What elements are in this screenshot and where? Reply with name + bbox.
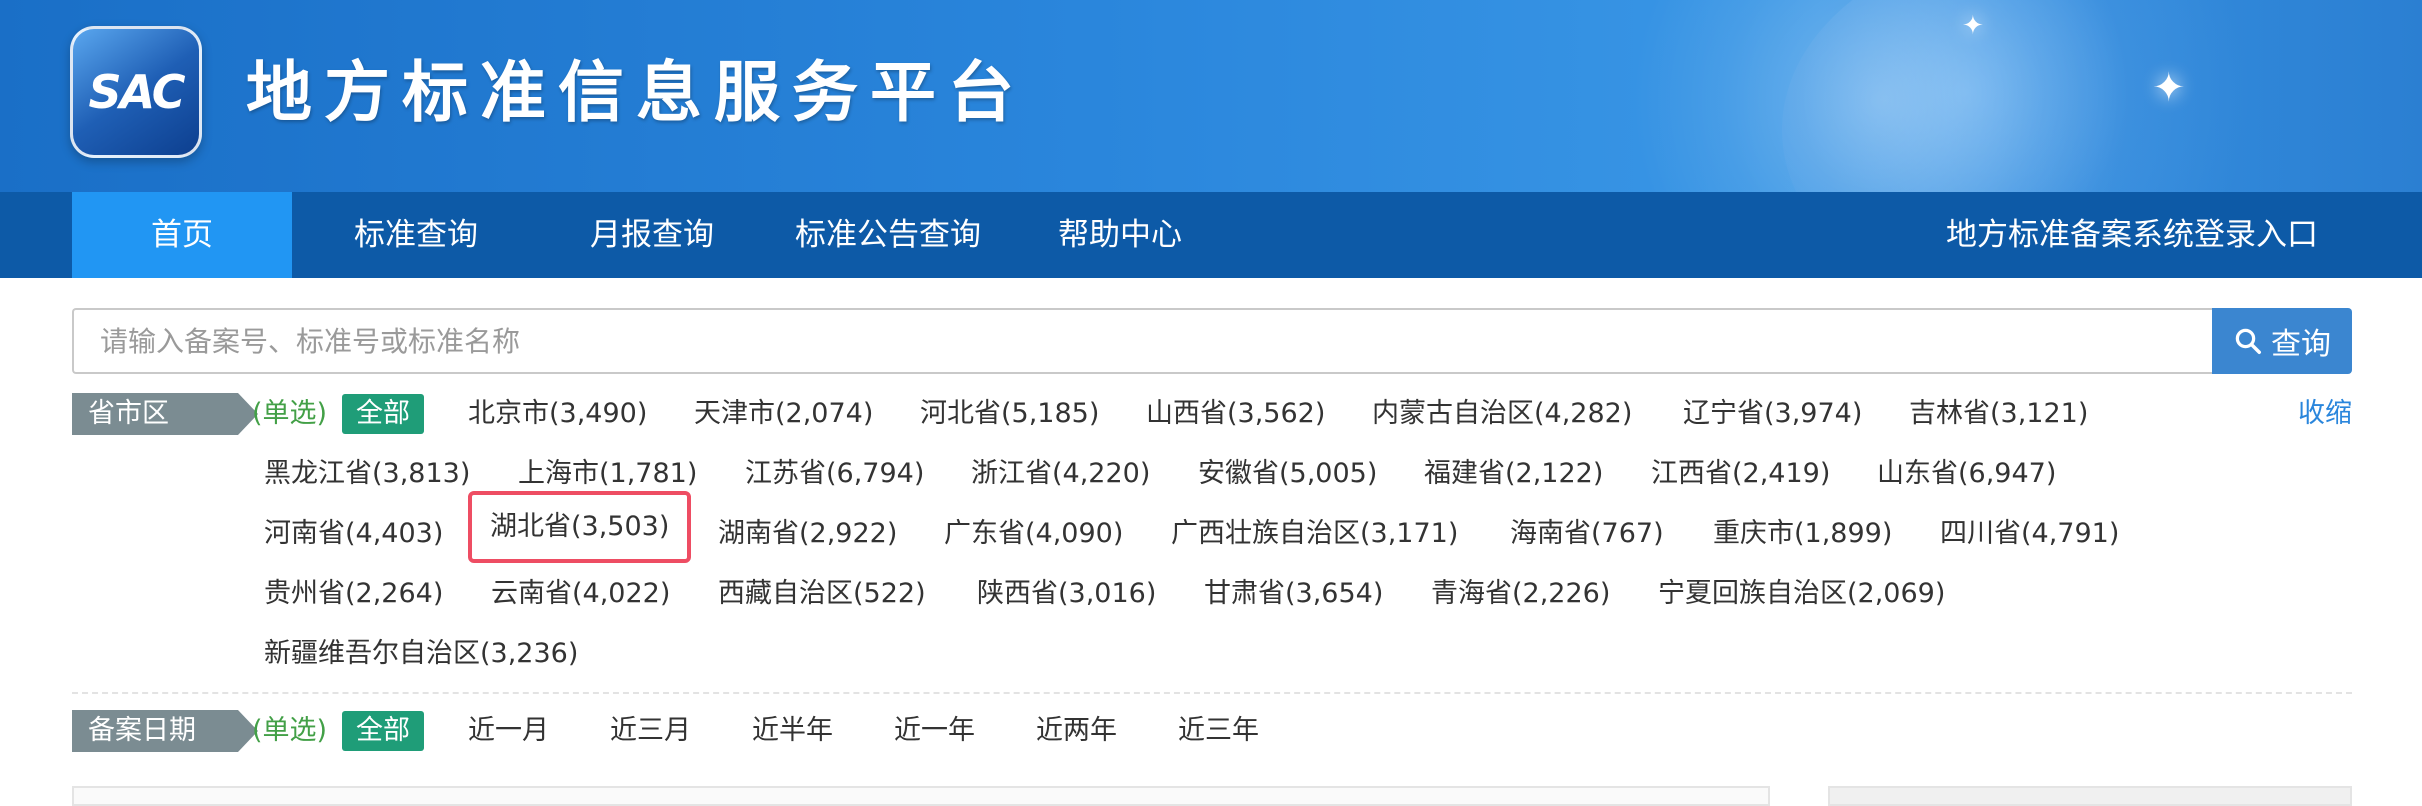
region-filter-label: 省市区 <box>72 393 258 435</box>
region-option[interactable]: 江西省(2,419) <box>1651 453 1830 495</box>
region-option[interactable]: 安徽省(5,005) <box>1198 453 1377 495</box>
region-option[interactable]: 广东省(4,090) <box>944 513 1123 555</box>
main-nav: 首页 标准查询 月报查询 标准公告查询 帮助中心 地方标准备案系统登录入口 <box>0 192 2422 278</box>
date-option[interactable]: 近两年 <box>1036 710 1117 752</box>
region-option[interactable]: 西藏自治区(522) <box>718 573 926 615</box>
region-option[interactable]: 甘肃省(3,654) <box>1204 573 1383 615</box>
region-option[interactable]: 云南省(4,022) <box>491 573 670 615</box>
region-option[interactable]: 青海省(2,226) <box>1431 573 1610 615</box>
region-all-option[interactable]: 全部 <box>342 394 424 434</box>
nav-item-home[interactable]: 首页 <box>72 192 292 278</box>
region-option[interactable]: 辽宁省(3,974) <box>1683 393 1862 435</box>
logo-text: SAC <box>88 65 185 119</box>
glow-decoration <box>1602 0 2162 192</box>
side-panel <box>1828 786 2352 806</box>
search-input[interactable] <box>72 308 2212 374</box>
nav-item-help-center[interactable]: 帮助中心 <box>1040 192 1200 278</box>
sac-logo[interactable]: SAC <box>70 26 202 158</box>
region-option[interactable]: 黑龙江省(3,813) <box>264 453 470 495</box>
region-option[interactable]: 四川省(4,791) <box>1940 513 2119 555</box>
site-title: 地方标准信息服务平台 <box>246 54 1026 131</box>
region-option[interactable]: 新疆维吾尔自治区(3,236) <box>264 633 578 675</box>
region-option[interactable]: 陕西省(3,016) <box>977 573 1156 615</box>
region-option[interactable]: 山西省(3,562) <box>1146 393 1325 435</box>
region-option[interactable]: 河北省(5,185) <box>920 393 1099 435</box>
nav-item-standard-search[interactable]: 标准查询 <box>320 192 512 278</box>
region-option[interactable]: 吉林省(3,121) <box>1909 393 2088 435</box>
search-icon <box>2235 328 2261 354</box>
date-option[interactable]: 近一年 <box>894 710 975 752</box>
date-all-option[interactable]: 全部 <box>342 711 424 751</box>
region-option[interactable]: 贵州省(2,264) <box>264 573 443 615</box>
region-option[interactable]: 广西壮族自治区(3,171) <box>1171 513 1458 555</box>
region-option[interactable]: 河南省(4,403) <box>264 513 443 555</box>
date-option[interactable]: 近三年 <box>1178 710 1259 752</box>
date-filter-label: 备案日期 <box>72 710 258 752</box>
nav-item-announcement-search[interactable]: 标准公告查询 <box>778 192 998 278</box>
region-option[interactable]: 江苏省(6,794) <box>745 453 924 495</box>
search-button-label: 查询 <box>2271 327 2331 362</box>
region-option[interactable]: 上海市(1,781) <box>518 453 697 495</box>
region-collapse-link[interactable]: 收缩 <box>2298 393 2352 435</box>
region-option[interactable]: 天津市(2,074) <box>694 393 873 435</box>
sparkle-icon: ✦ <box>1962 11 1984 41</box>
sparkle-icon: ✦ <box>2152 65 2186 111</box>
date-option[interactable]: 近一月 <box>468 710 549 752</box>
region-option[interactable]: 海南省(767) <box>1510 513 1664 555</box>
date-option[interactable]: 近三月 <box>610 710 691 752</box>
search-bar: 查询 <box>72 308 2352 374</box>
header-banner: ✦ ✦ SAC 地方标准信息服务平台 <box>0 0 2422 192</box>
region-option-highlighted[interactable]: 湖北省(3,503) <box>468 491 692 563</box>
nav-item-monthly-report[interactable]: 月报查询 <box>556 192 748 278</box>
region-option[interactable]: 内蒙古自治区(4,282) <box>1372 393 1632 435</box>
date-option[interactable]: 近半年 <box>752 710 833 752</box>
date-single-select-tag: (单选) <box>252 715 328 746</box>
results-panel <box>72 786 1770 806</box>
region-option[interactable]: 福建省(2,122) <box>1424 453 1603 495</box>
filing-system-login-link[interactable]: 地方标准备案系统登录入口 <box>1946 192 2318 278</box>
region-option[interactable]: 宁夏回族自治区(2,069) <box>1658 573 1945 615</box>
search-button[interactable]: 查询 <box>2212 308 2352 374</box>
region-option[interactable]: 山东省(6,947) <box>1877 453 2056 495</box>
region-option[interactable]: 浙江省(4,220) <box>971 453 1150 495</box>
region-option[interactable]: 湖南省(2,922) <box>718 513 897 555</box>
filter-divider <box>72 692 2352 694</box>
region-option[interactable]: 重庆市(1,899) <box>1713 513 1892 555</box>
region-option[interactable]: 北京市(3,490) <box>468 393 647 435</box>
region-single-select-tag: (单选) <box>252 398 328 429</box>
